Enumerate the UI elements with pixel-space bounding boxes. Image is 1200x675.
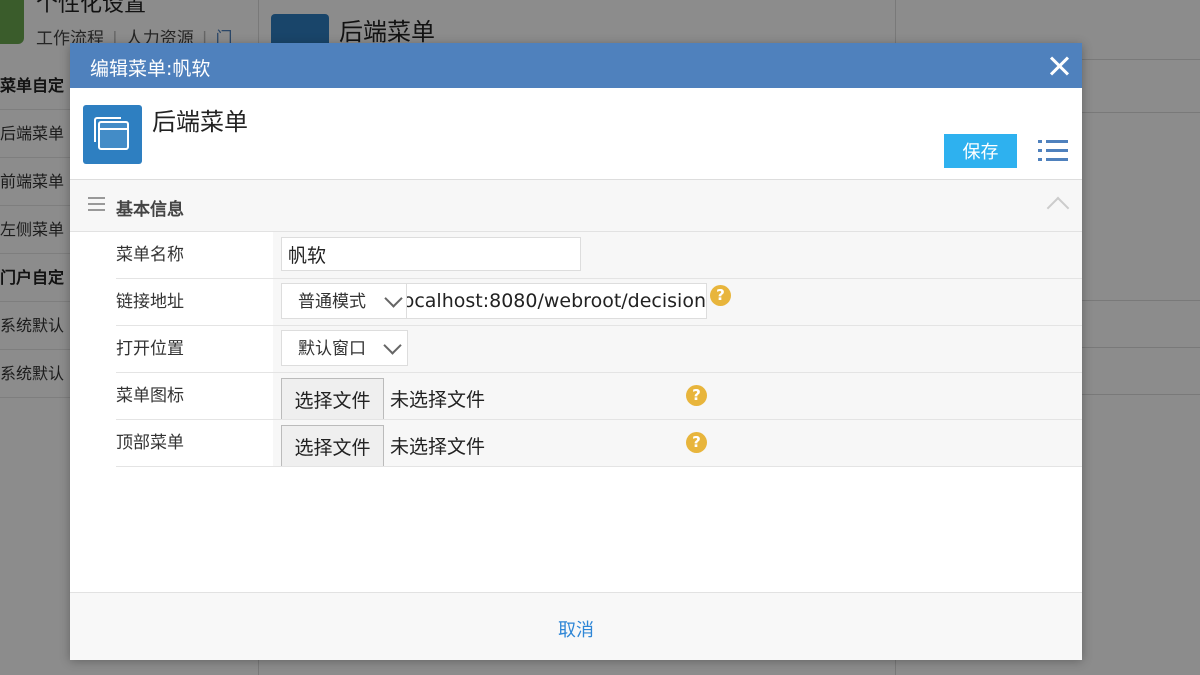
- menu-lines-icon: [88, 197, 105, 211]
- choose-file-button[interactable]: 选择文件: [281, 425, 384, 466]
- dialog-header: 编辑菜单:帆软: [70, 43, 1082, 88]
- field-label: 顶部菜单: [116, 420, 273, 466]
- close-icon[interactable]: [1046, 53, 1072, 79]
- help-icon[interactable]: ?: [686, 385, 707, 406]
- window-icon: [83, 105, 142, 164]
- help-icon[interactable]: ?: [686, 432, 707, 453]
- form-row-menu-name: 菜单名称: [116, 232, 1082, 279]
- form-row-open-position: 打开位置 默认窗口: [116, 326, 1082, 373]
- file-status: 未选择文件: [390, 389, 486, 411]
- cancel-button[interactable]: 取消: [558, 616, 594, 642]
- form-row-link: 链接地址 普通模式 ?: [116, 279, 1082, 326]
- section-title: 基本信息: [116, 200, 184, 220]
- chevron-down-icon: [383, 336, 402, 355]
- field-label: 链接地址: [116, 279, 273, 325]
- list-menu-icon[interactable]: [1038, 139, 1068, 163]
- app-header: 后端菜单 保存: [70, 88, 1082, 180]
- chevron-up-icon[interactable]: [1046, 196, 1070, 220]
- open-position-select[interactable]: 默认窗口: [281, 330, 408, 366]
- chevron-down-icon: [384, 289, 403, 308]
- dialog-footer: 取消: [70, 592, 1082, 660]
- dialog-title: 编辑菜单:帆软: [90, 58, 211, 80]
- choose-file-button[interactable]: 选择文件: [281, 378, 384, 419]
- field-label: 打开位置: [116, 326, 273, 372]
- help-icon[interactable]: ?: [710, 285, 731, 306]
- form-row-menu-icon: 菜单图标 选择文件 未选择文件 ?: [116, 373, 1082, 420]
- menu-name-input[interactable]: [281, 237, 581, 271]
- open-position-value: 默认窗口: [298, 339, 366, 359]
- form-row-top-menu: 顶部菜单 选择文件 未选择文件 ?: [116, 420, 1082, 467]
- edit-menu-dialog: 编辑菜单:帆软 后端菜单 保存 基本信息 菜单名称 链接地址: [70, 43, 1082, 660]
- link-mode-select[interactable]: 普通模式: [281, 283, 409, 319]
- section-header-basic-info[interactable]: 基本信息: [70, 180, 1082, 232]
- field-label: 菜单图标: [116, 373, 273, 419]
- file-status: 未选择文件: [390, 436, 486, 458]
- link-url-input[interactable]: [406, 283, 707, 319]
- save-button[interactable]: 保存: [944, 134, 1017, 168]
- basic-info-form: 菜单名称 链接地址 普通模式 ? 打开位置 默认窗口: [116, 232, 1082, 467]
- link-mode-value: 普通模式: [298, 292, 366, 312]
- app-title: 后端菜单: [152, 108, 248, 136]
- field-label: 菜单名称: [116, 232, 273, 278]
